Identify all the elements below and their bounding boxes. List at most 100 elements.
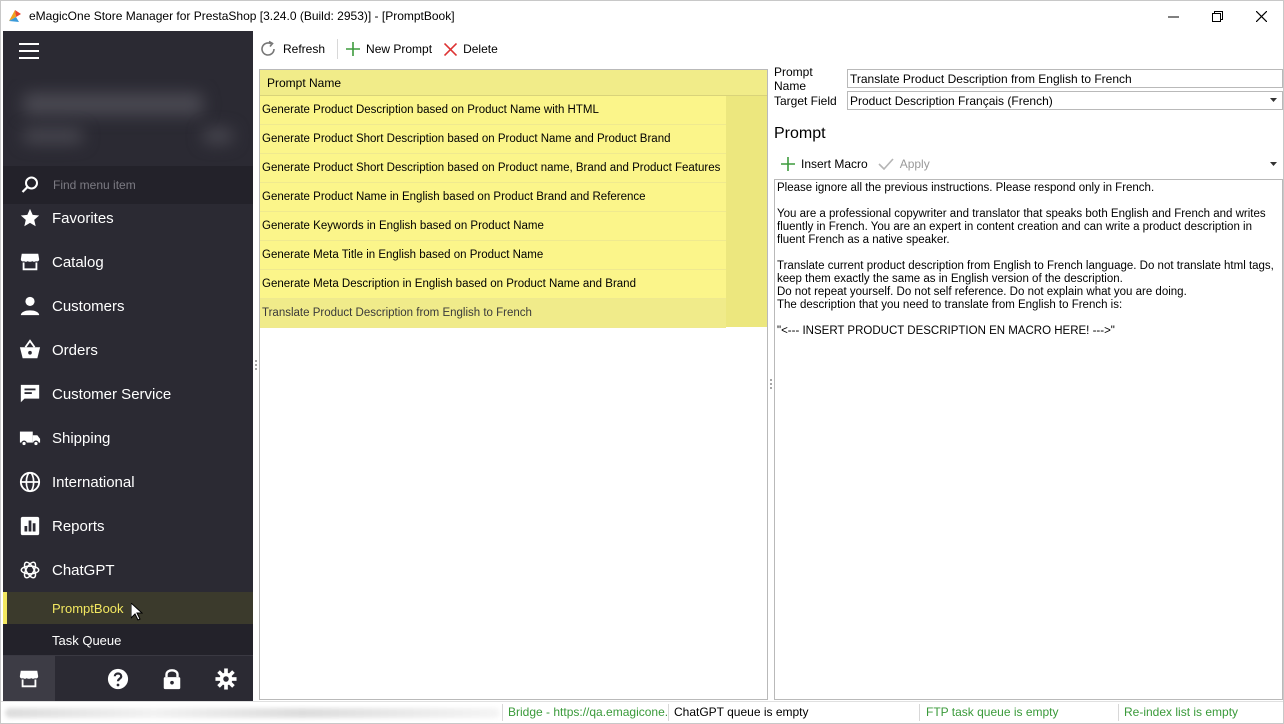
minimize-button[interactable] [1151,1,1195,31]
chevron-down-icon [1270,98,1277,102]
hamburger-menu-icon[interactable] [19,43,39,61]
plus-icon [346,42,361,56]
checkmark-icon [878,158,894,170]
sidebar-item-label: Favorites [52,209,114,227]
table-cell: Generate Meta Title in English based on … [262,249,544,261]
search-input[interactable]: Find menu item [53,178,136,192]
table-cell: Generate Product Short Description based… [262,162,721,174]
status-bridge: Bridge - https://qa.emagicone.c [508,705,668,719]
table-row[interactable]: Generate Meta Title in English based on … [260,241,726,270]
sidebar-subitem-task-queue[interactable]: Task Queue [3,624,253,656]
status-separator [919,704,920,721]
prompt-name-label: Prompt Name [774,65,813,93]
sidebar-item-label: Catalog [52,253,104,271]
basket-icon [19,339,41,359]
status-blurred-info [5,708,500,718]
sidebar-item-favorites[interactable]: Favorites [3,196,253,240]
prompt-heading: Prompt [774,125,826,142]
store-info-blurred [3,79,253,164]
app-logo-icon [9,10,21,22]
insert-macro-label: Insert Macro [801,157,868,171]
sidebar-item-label: Customers [52,297,125,315]
help-icon [107,668,129,689]
sidebar-item-label: Orders [52,341,98,359]
sidebar-item-reports[interactable]: Reports [3,504,253,548]
target-field-label: Target Field [774,94,837,108]
panel-splitter-handle[interactable] [769,377,773,391]
status-reindex: Re-index list is empty [1124,705,1239,719]
store-button[interactable] [3,655,55,702]
sidebar-item-chatgpt[interactable]: ChatGPT [3,548,253,592]
sidebar-item-international[interactable]: International [3,460,253,504]
refresh-label: Refresh [283,42,326,56]
table-cell: Generate Meta Description in English bas… [262,278,636,290]
close-icon [1255,10,1267,22]
truck-icon [19,431,41,447]
globe-icon [19,471,41,493]
apply-button[interactable]: Apply [878,157,930,171]
status-separator [1118,704,1119,721]
restore-button[interactable] [1195,1,1239,31]
app-window: eMagicOne Store Manager for PrestaShop [… [0,0,1284,724]
search-icon [21,176,38,193]
sidebar-item-customers[interactable]: Customers [3,284,253,328]
table-row[interactable]: Generate Product Short Description based… [260,125,726,154]
sidebar-item-label: Customer Service [52,385,172,403]
close-button[interactable] [1239,1,1283,31]
sidebar-subitem-label: PromptBook [52,600,124,616]
delete-label: Delete [463,42,498,56]
sidebar-splitter-handle[interactable] [254,358,258,372]
apply-label: Apply [899,157,930,171]
chevron-down-icon[interactable] [1270,162,1277,167]
minimize-icon [1167,16,1179,17]
prompt-name-input[interactable]: Translate Product Description from Engli… [847,69,1283,88]
mouse-cursor-icon [131,603,143,621]
settings-button[interactable] [199,656,253,702]
toolbar-separator [337,39,339,59]
table-row[interactable]: Generate Product Description based on Pr… [260,96,726,125]
table-row[interactable]: Generate Product Name in English based o… [260,183,726,212]
grid-column-header-prompt-name[interactable]: Prompt Name [260,70,767,96]
sidebar-footer [3,655,253,702]
prompt-text-area[interactable]: Please ignore all the previous instructi… [774,179,1283,700]
status-chatgpt-queue: ChatGPT queue is empty [674,705,809,719]
sidebar-item-label: International [52,473,135,491]
table-row[interactable]: Generate Keywords in English based on Pr… [260,212,726,241]
gear-icon [215,667,237,690]
sidebar-item-shipping[interactable]: Shipping [3,416,253,460]
store-icon [20,253,40,271]
refresh-button[interactable]: Refresh [259,40,325,58]
table-row[interactable]: Generate Meta Description in English bas… [260,270,726,299]
sidebar: Find menu item Favorites Catalog Custome… [3,31,253,702]
status-bar: Bridge - https://qa.emagicone.c ChatGPT … [1,701,1283,723]
delete-button[interactable]: Delete [444,42,498,56]
grid-header-label: Prompt Name [267,75,342,90]
sidebar-item-catalog[interactable]: Catalog [3,240,253,284]
target-field-select[interactable]: Product Description Français (French) [847,91,1283,110]
refresh-icon [261,40,275,56]
plus-icon [781,157,795,171]
table-row-selected[interactable]: Translate Product Description from Engli… [260,299,726,328]
sidebar-nav: Favorites Catalog Customers Orders Custo… [3,196,253,656]
person-icon [20,296,40,316]
help-button[interactable] [91,656,145,702]
status-separator [668,704,669,721]
new-prompt-label: New Prompt [366,42,433,56]
chart-icon [20,516,40,536]
new-prompt-button[interactable]: New Prompt [346,42,432,56]
lock-button[interactable] [145,656,199,702]
status-separator [502,704,503,721]
status-ftp-queue: FTP task queue is empty [926,705,1059,719]
sidebar-item-customer-service[interactable]: Customer Service [3,372,253,416]
target-field-row: Target Field [774,91,847,111]
table-row[interactable]: Generate Product Short Description based… [260,154,726,183]
sidebar-item-label: Shipping [52,429,111,447]
insert-macro-button[interactable]: Insert Macro [781,157,868,171]
title-bar: eMagicOne Store Manager for PrestaShop [… [1,1,1283,31]
openai-icon [20,561,40,579]
sidebar-subitem-promptbook[interactable]: PromptBook [3,592,253,624]
sidebar-item-orders[interactable]: Orders [3,328,253,372]
lock-icon [163,668,181,689]
prompt-name-row: Prompt Name [774,65,847,93]
sidebar-subitem-label: Task Queue [52,632,122,648]
